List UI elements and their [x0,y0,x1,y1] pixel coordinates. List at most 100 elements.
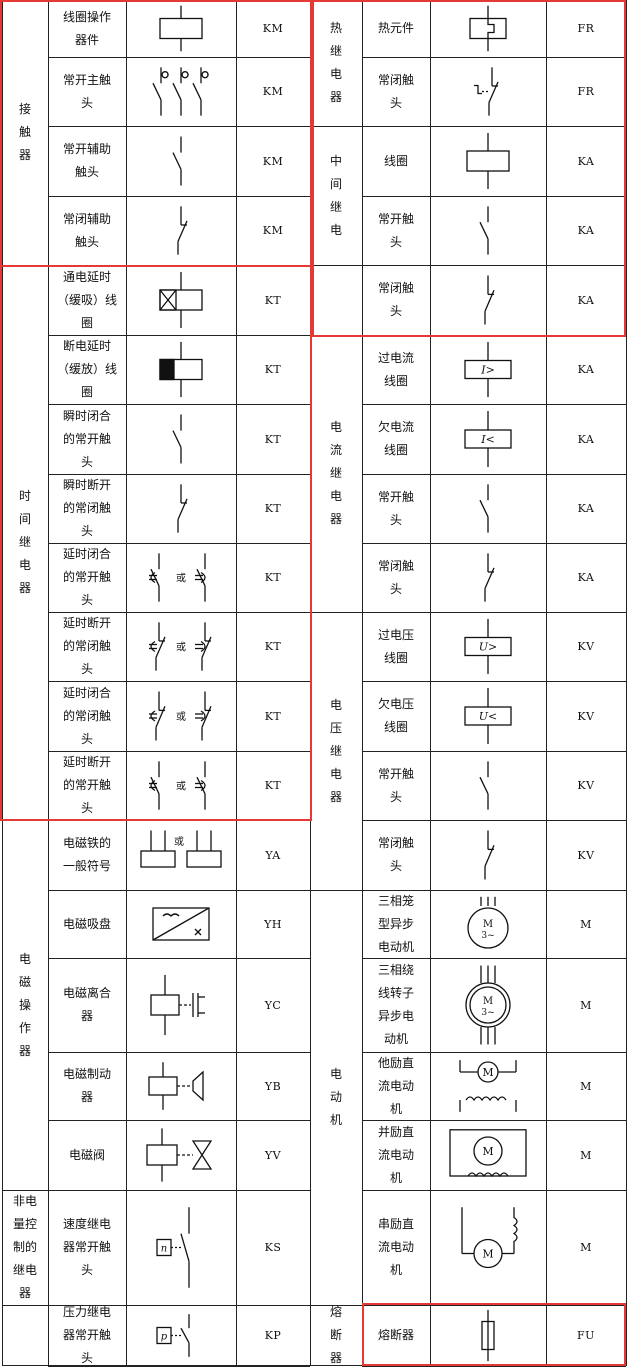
symbol-name: 过电流 线圈 [377,350,414,388]
symbol-name: 电磁离合 器 [62,986,111,1023]
em-chuck-symbol [152,907,210,941]
svg-text:M: M [483,919,493,930]
symbol-code: KV [577,640,595,653]
symbol-code: KT [264,293,282,307]
symbol-code: YC [264,998,282,1012]
off-delay-coil-symbol [159,341,203,398]
category-label: 热 继 电 器 [329,21,342,104]
symbol-name: 断电延时 （缓放）线 圈 [56,339,117,399]
symbol-name: 常闭触 头 [377,72,414,110]
symbol-code: YB [264,1079,282,1093]
symbol-code: KV [577,709,595,723]
category-label: 非电 量控 制的 继电 器 [12,1194,37,1300]
symbol-code: KS [264,1241,282,1254]
symbol-name: 欠电压 线圈 [377,697,414,734]
category-label: 电 压 继 电 器 [329,697,342,804]
symbol-name: 电磁制动 器 [62,1067,111,1104]
symbol-name: 压力继电 器常开触 头 [62,1305,111,1365]
symbol-name: 并励直 流电动 机 [377,1124,414,1185]
dc-shunt-symbol: M [449,1129,527,1178]
svg-text:U>: U> [479,641,498,654]
symbol-code: M [580,917,592,931]
symbol-name: 瞬时闭合 的常开触 头 [62,408,111,469]
thermal-nc-symbol [474,67,499,116]
svg-text:n: n [161,1244,167,1255]
delay-c-symbol: 或 [149,691,212,741]
symbol-name: 速度继电 器常开触 头 [62,1217,111,1277]
nc-contact-symbol [484,275,495,325]
coil-symbol [159,5,203,52]
svg-text:或: 或 [176,573,186,585]
symbol-code: KV [577,779,595,792]
nc-contact-symbol [177,484,188,533]
no-contact-symbol [479,206,489,255]
symbol-code: KA [577,363,595,376]
symbol-name: 常开辅助 触头 [62,142,111,179]
nc-contact-symbol [484,830,495,880]
em-general-symbol: 或 [140,830,222,868]
symbol-code: KM [262,85,284,98]
symbol-code: KT [264,709,282,723]
dc-series-symbol: M [461,1207,518,1269]
symbol-name: 线圈操作 器件 [62,9,111,47]
on-delay-coil-symbol [159,272,203,328]
svg-text:或: 或 [176,711,186,723]
svg-text:p: p [161,1332,168,1343]
symbol-code: KA [577,154,595,168]
symbol-code: KT [264,571,282,584]
symbol-code: YA [265,848,281,862]
symbol-name: 常闭触 头 [377,836,414,873]
symbol-name: 常闭触 头 [377,281,414,318]
symbol-code: KT [264,363,282,376]
no-contact-symbol [479,761,489,810]
symbol-code: KT [264,432,282,446]
symbol-name: 欠电流 线圈 [377,420,414,457]
grid-line [626,0,627,1366]
symbol-name: 常开触 头 [377,211,414,249]
category-label: 时 间 继 电 器 [18,489,31,595]
symbol-code: FR [577,85,595,98]
svg-text:M: M [482,1145,493,1158]
svg-text:I<: I< [480,433,495,446]
em-valve-symbol [146,1128,213,1182]
speed-relay-symbol: n [156,1207,190,1288]
symbol-name: 常开触 头 [377,489,414,527]
symbol-name: 常开触 头 [377,766,414,804]
box-text-symbol: U< [464,688,512,744]
svg-text:I>: I> [480,364,495,377]
symbol-code: KA [577,293,595,307]
motor-cage-symbol: M3~ [467,896,509,949]
symbol-code: KT [264,640,282,653]
symbol-code: FR [577,22,595,35]
symbol-code: KA [577,224,595,237]
symbol-table: 接 触 器时 间 继 电 器电 磁 操 作 器非电 量控 制的 继电 器 热 继 … [0,0,628,1367]
svg-text:M: M [482,1248,493,1261]
symbol-name: 三相笼 型异步 电动机 [377,893,414,954]
motor-wound-symbol: M3~ [465,965,511,1045]
box-text-symbol: I< [464,411,512,467]
symbol-name: 热元件 [377,21,414,35]
symbol-name: 电磁铁的 一般符号 [62,836,111,873]
nc-contact-symbol [177,206,188,255]
grid-line [310,265,362,266]
thermal-symbol [469,5,507,52]
svg-text:M: M [482,1066,493,1079]
grid-line [362,1366,626,1367]
coil-symbol [466,133,510,189]
symbol-name: 他励直 流电动 机 [377,1055,414,1116]
delay-b-symbol: 或 [149,622,212,671]
symbol-code: KM [262,22,284,35]
symbol-code: KP [264,1329,282,1342]
svg-text:U<: U< [479,710,498,723]
svg-text:M: M [483,996,493,1007]
symbol-code: FU [577,1329,595,1342]
symbol-name: 延时断开 的常开触 头 [62,755,111,815]
symbol-name: 延时闭合 的常开触 头 [62,547,111,607]
svg-text:或: 或 [176,642,186,654]
category-label [2,1305,48,1366]
main-no-symbol [152,67,209,116]
em-clutch-symbol [150,974,205,1036]
symbol-name: 电磁阀 [68,1147,105,1162]
symbol-name: 常开主触 头 [62,72,111,110]
category-label: 电 磁 操 作 器 [18,951,31,1058]
